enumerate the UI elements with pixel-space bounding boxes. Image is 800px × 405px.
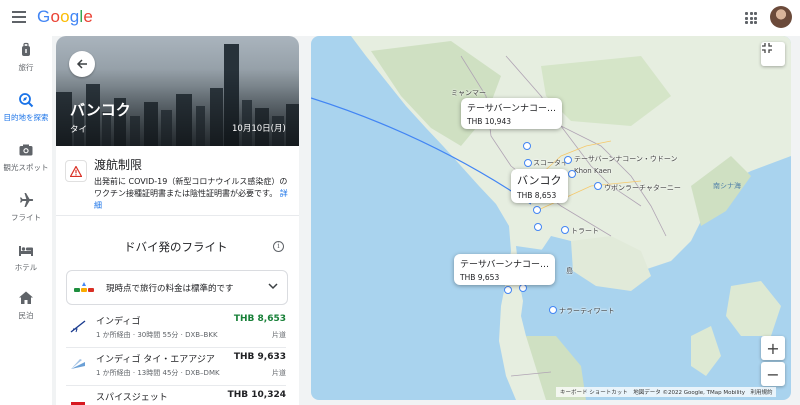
map-label: 島 (566, 267, 573, 275)
bubble-place: テーサバーンナコー… (460, 260, 550, 270)
google-logo[interactable]: Google (37, 7, 93, 27)
collapse-icon (762, 43, 772, 53)
price-gauge-icon (74, 282, 94, 292)
bubble-price: THB 10,943 (467, 117, 511, 126)
flight-price: THB 10,324 (227, 390, 286, 400)
explore-icon (19, 93, 34, 108)
zoom-out-button[interactable]: − (761, 362, 785, 386)
map-pin[interactable] (561, 226, 569, 234)
bubble-price: THB 9,653 (460, 273, 500, 282)
plane-icon (20, 193, 34, 207)
map-price-bubble-selected[interactable]: バンコク THB 8,653 (511, 169, 568, 203)
logo-letter: e (83, 7, 94, 26)
indigo-logo-icon (70, 320, 86, 333)
map-price-bubble[interactable]: テーサバーンナコー… THB 9,653 (454, 254, 556, 285)
warning-icon (65, 160, 87, 182)
flight-row[interactable]: スパイスジェット THB 10,324 (66, 386, 286, 405)
flight-detail: 1 か所経由 · 13時間 45分 · DXB–DMK (96, 369, 220, 377)
camera-icon (19, 144, 33, 156)
arrow-back-icon (76, 59, 87, 69)
bubble-place: バンコク (517, 174, 562, 187)
collapse-map-button[interactable] (761, 42, 785, 66)
flight-row[interactable]: インディゴ 1 か所経由 · 30時間 55分 · DXB–BKK THB 8,… (66, 310, 286, 348)
airline-name: スパイスジェット (96, 393, 168, 403)
rail-item-travel[interactable]: 旅行 (0, 42, 52, 82)
trip-type: 片道 (272, 369, 286, 377)
map-label: ナラーティワート (559, 307, 615, 315)
map-pin[interactable] (568, 170, 576, 178)
map-pin[interactable] (504, 286, 512, 294)
rail-item-explore[interactable]: 目的地を探索 (0, 92, 52, 132)
map-label: テーサバーンナコーン・ウドーン (574, 155, 678, 163)
rail-label: フライト (11, 213, 41, 222)
map-pin[interactable] (524, 159, 532, 167)
map-pin[interactable] (549, 306, 557, 314)
chevron-down-icon (268, 283, 278, 290)
left-rail: 旅行 目的地を探索 観光スポット フライト ホテル 民泊 (0, 36, 52, 405)
back-button[interactable] (69, 51, 95, 77)
map-pin[interactable] (594, 182, 602, 190)
map-pin[interactable] (519, 284, 527, 292)
rail-label: 観光スポット (3, 163, 49, 172)
rail-item-hotels[interactable]: ホテル (0, 242, 52, 282)
travel-restrictions: 渡航制限 出発前に COVID-19（新型コロナウイルス感染症）のワクチン接種証… (56, 146, 299, 216)
house-icon (19, 291, 33, 304)
map-label: ミャンマー (451, 89, 486, 97)
airline-name: インディゴ タイ・エアアジア (96, 355, 215, 365)
rail-item-flights[interactable]: フライト (0, 192, 52, 232)
map-pin[interactable] (523, 142, 531, 150)
spicejet-logo-icon (71, 402, 85, 405)
rail-label: 旅行 (18, 63, 34, 72)
luggage-icon (22, 42, 30, 56)
bed-icon (19, 246, 33, 256)
restrictions-text: 出発前に COVID-19（新型コロナウイルス感染症）のワクチン接種証明書または… (94, 177, 288, 198)
flights-section-title: ドバイ発のフライト (124, 240, 228, 254)
map-pin[interactable] (534, 223, 542, 231)
rail-label: 目的地を探索 (3, 113, 49, 122)
map-label: Khon Kaen (574, 167, 612, 175)
rail-item-vacation-rentals[interactable]: 民泊 (0, 290, 52, 330)
flight-price: THB 9,633 (233, 352, 286, 362)
logo-letter: o (50, 7, 61, 26)
bubble-place: テーサバーンナコー… (467, 104, 557, 114)
logo-letter: g (69, 7, 80, 26)
map-label: ウボンラーチャターニー (604, 184, 681, 192)
logo-letter: G (37, 7, 51, 26)
info-icon[interactable]: i (273, 241, 284, 252)
airline-name: インディゴ (96, 317, 141, 327)
destination-hero-image: バンコク タイ 10月10日(月) (56, 36, 299, 146)
flight-row[interactable]: インディゴ タイ・エアアジア 1 か所経由 · 13時間 45分 · DXB–D… (66, 348, 286, 386)
apps-grid-icon[interactable] (745, 12, 757, 24)
flight-detail: 1 か所経由 · 30時間 55分 · DXB–BKK (96, 331, 218, 339)
indigo-airasia-logo-icon (71, 359, 85, 369)
map-pin[interactable] (533, 206, 541, 214)
rail-item-attractions[interactable]: 観光スポット (0, 142, 52, 182)
map-attribution: キーボード ショートカット 地図データ ©2022 Google, TMap M… (556, 387, 777, 397)
zoom-in-button[interactable]: + (761, 336, 785, 360)
map-label: スコータイ (533, 159, 568, 167)
menu-icon[interactable] (12, 11, 26, 23)
top-bar: Google (0, 0, 800, 36)
map-price-bubble[interactable]: テーサバーンナコー… THB 10,943 (461, 98, 563, 129)
bubble-price: THB 8,653 (517, 191, 557, 200)
rail-label: ホテル (14, 263, 38, 272)
price-note: 現時点で旅行の料金は標準的です (106, 284, 234, 294)
map-label: 南シナ海 (713, 182, 741, 190)
rail-label: 民泊 (18, 311, 34, 320)
destination-country: タイ (70, 125, 88, 135)
destination-city: バンコク (70, 101, 131, 119)
map[interactable]: ミャンマー スコータイ テーサバーンナコーン・ウドーン Khon Kaen ウボ… (311, 36, 791, 400)
restrictions-title: 渡航制限 (94, 158, 143, 172)
destination-panel: バンコク タイ 10月10日(月) 渡航制限 出発前に COVID-19（新型コ… (56, 36, 299, 405)
flight-price: THB 8,653 (233, 314, 286, 324)
map-pin[interactable] (564, 156, 572, 164)
map-land (311, 36, 791, 400)
trip-type: 片道 (272, 331, 286, 339)
map-label: トラート (571, 227, 599, 235)
logo-letter: o (60, 7, 70, 26)
avatar[interactable] (770, 6, 792, 28)
restrictions-body: 出発前に COVID-19（新型コロナウイルス感染症）のワクチン接種証明書または… (94, 176, 294, 212)
travel-date: 10月10日(月) (232, 124, 286, 134)
price-insight-card[interactable]: 現時点で旅行の料金は標準的です (66, 270, 288, 305)
